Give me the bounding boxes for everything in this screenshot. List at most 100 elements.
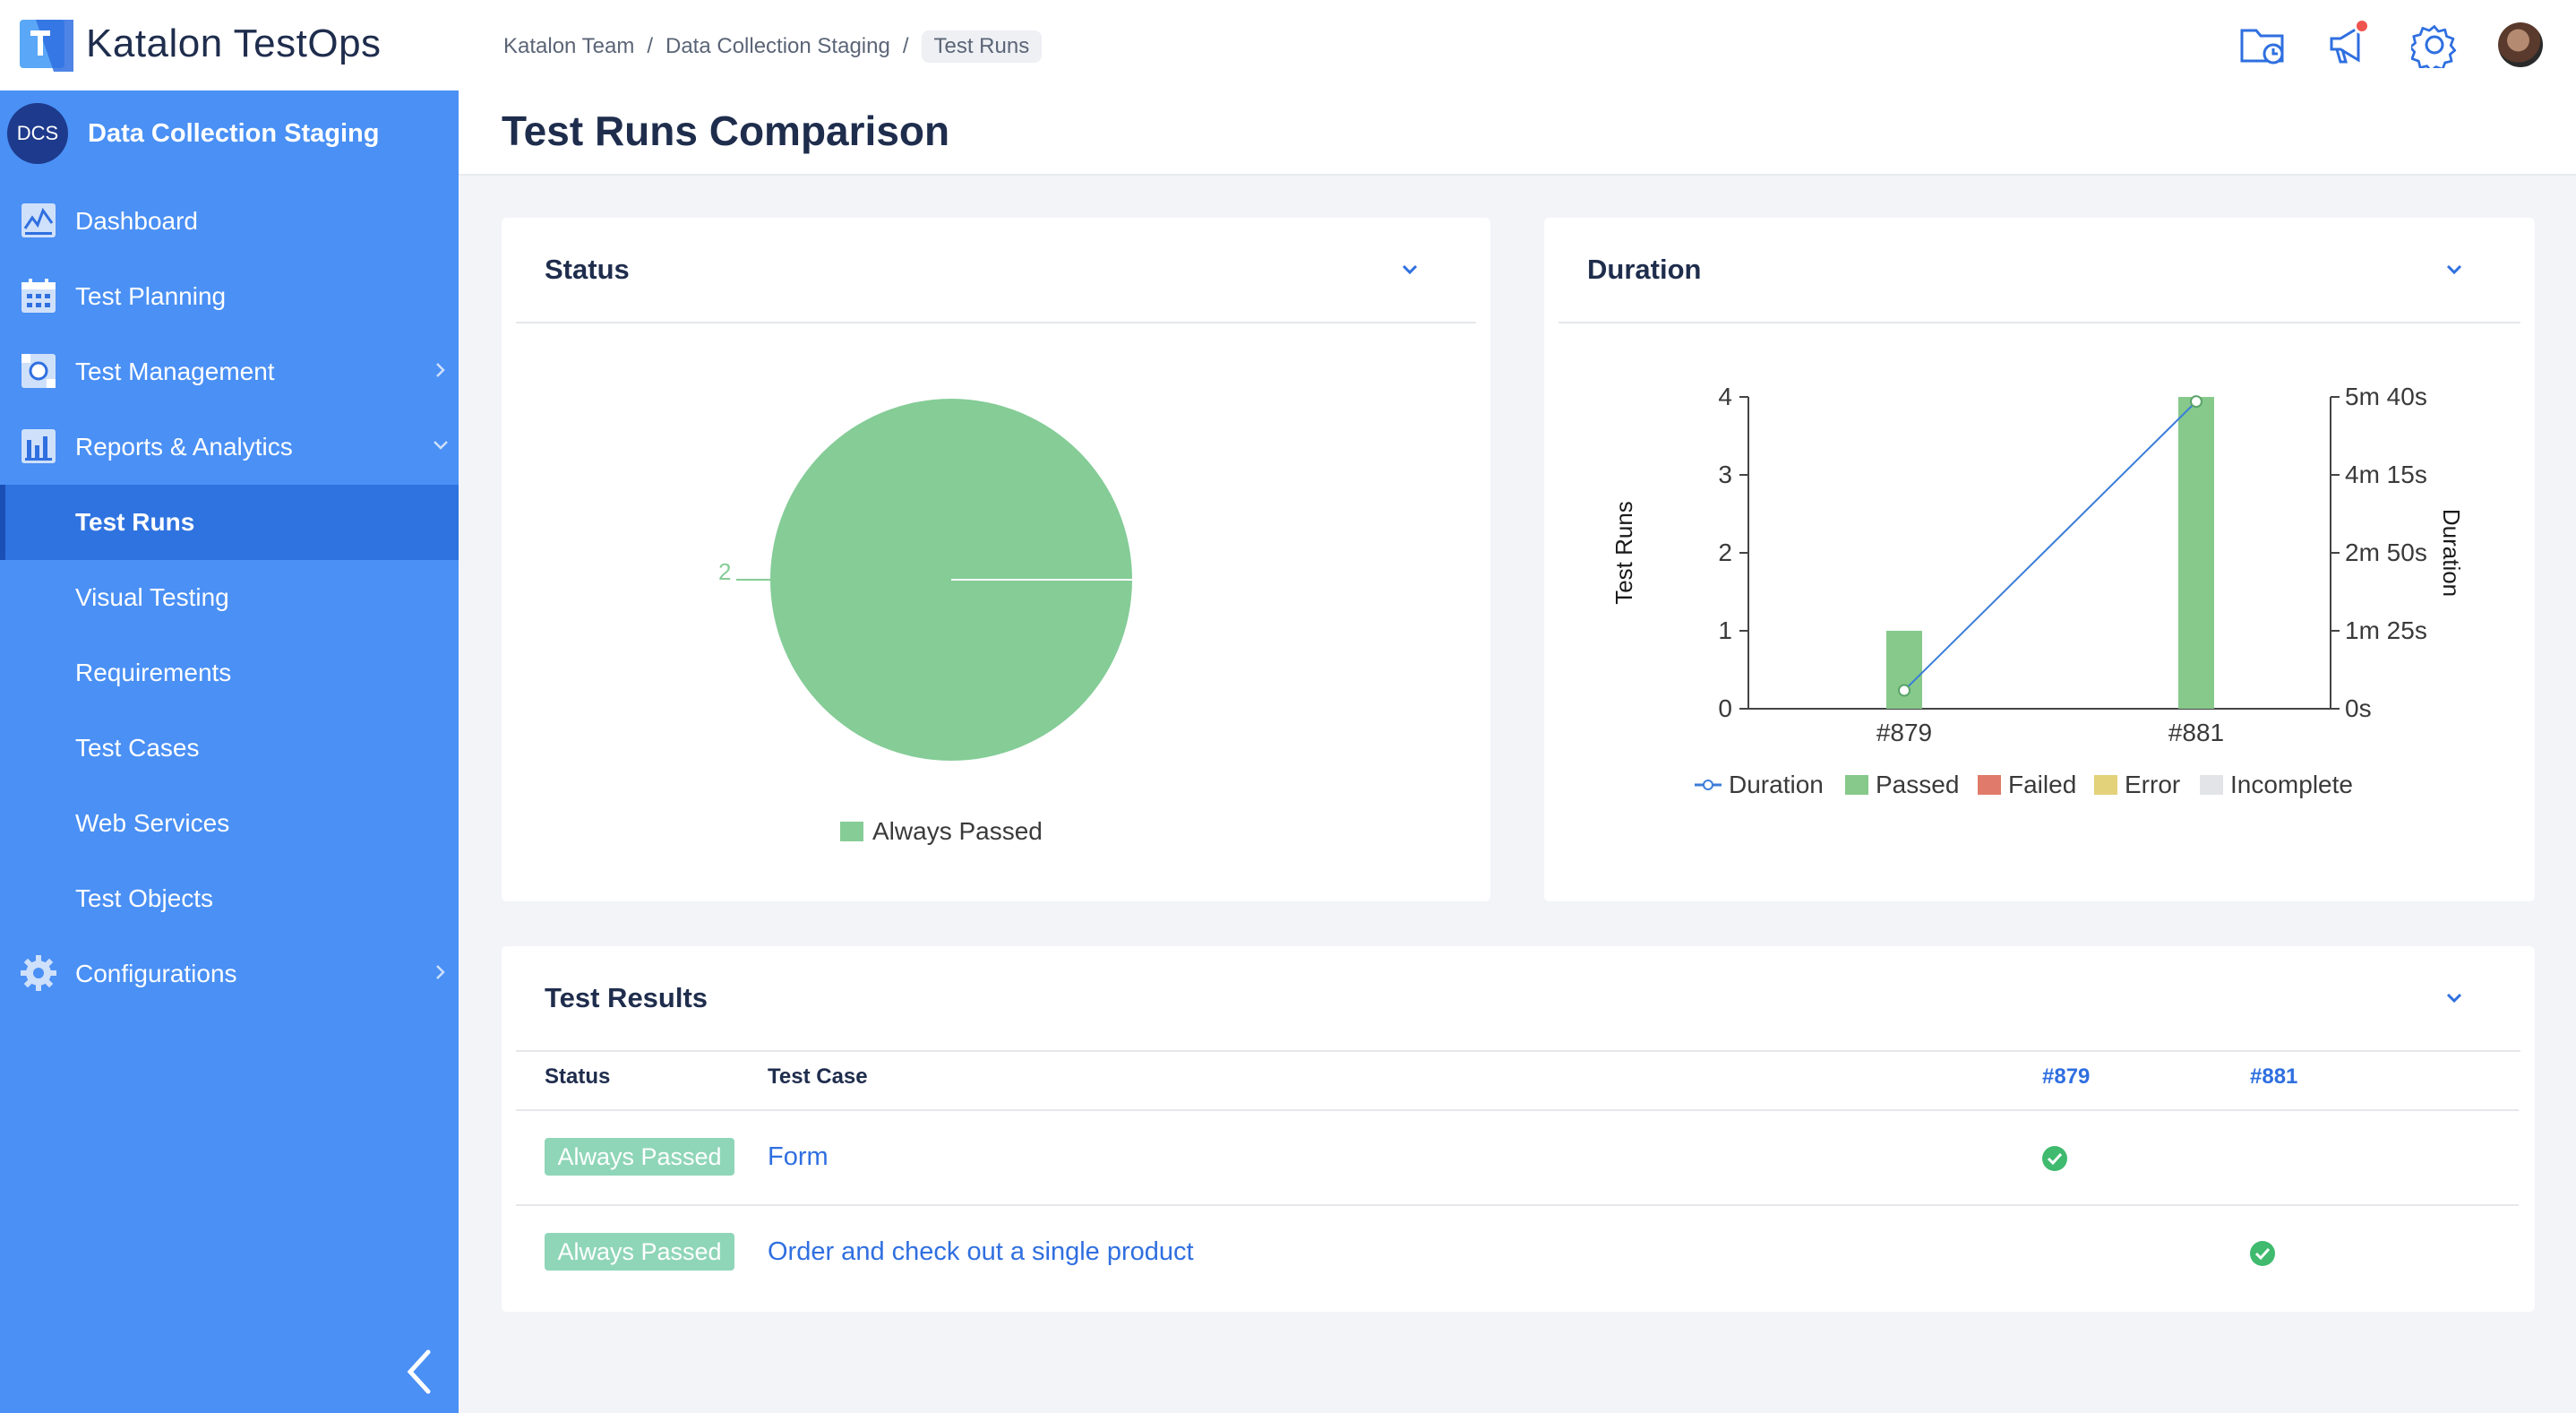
left-tick-label: 0 [1718,694,1732,722]
user-avatar[interactable] [2494,18,2547,72]
left-axis-label: Test Runs [1610,501,1637,605]
breadcrumb-item-team[interactable]: Katalon Team [503,34,634,59]
column-header-run-881[interactable]: #881 [2250,1064,2297,1090]
chevron-down-icon[interactable] [2442,986,2467,1011]
breadcrumb: Katalon Team / Data Collection Staging /… [503,30,1043,63]
sidebar-item-label: Configurations [75,960,237,987]
sidebar-item-label: Test Management [75,358,275,385]
project-switcher[interactable]: DCS Data Collection Staging [7,103,379,164]
reports-icon [21,429,56,463]
x-tick-label: #881 [2168,719,2224,746]
scheduled-folder-icon[interactable] [2236,18,2289,72]
announcement-icon[interactable] [2322,18,2375,72]
x-tick-label: #879 [1876,719,1932,746]
duration-point [1898,684,1911,697]
legend-label: Passed [1876,771,1959,798]
sidebar-item-visual-testing[interactable]: Visual Testing [0,560,459,635]
chevron-down-icon [434,441,448,450]
table-header-divider [516,1109,2519,1111]
sidebar-item-label: Test Objects [75,884,214,912]
column-header-test-case: Test Case [768,1064,868,1089]
column-header-status: Status [545,1064,611,1089]
status-card: Status 2 Always Passed [502,218,1490,901]
dashboard-icon [21,203,56,237]
left-axis-ticks: 0 1 2 3 4 [1718,383,1748,722]
legend-swatch [2200,775,2223,795]
left-tick-label: 2 [1718,538,1732,566]
sidebar-item-label: Test Cases [75,734,200,762]
duration-card: Duration 0 1 2 3 4 0s 1m 25s 2m 50s 4m 15s 5m 40… [1544,218,2535,901]
left-tick-label: 4 [1718,383,1732,410]
collapse-sidebar-icon[interactable] [399,1345,439,1399]
card-title: Test Results [545,982,708,1013]
sidebar-item-dashboard[interactable]: Dashboard [0,184,459,259]
duration-point [2190,395,2202,409]
status-pie-chart: 2 Always Passed [718,399,1132,845]
katalon-logo-icon [20,20,73,72]
duration-chart: 0 1 2 3 4 0s 1m 25s 2m 50s 4m 15s 5m 40s #879 #88… [1610,383,2465,798]
bar-passed [1886,631,1922,709]
right-tick-label: 0s [2345,694,2372,722]
app-logo[interactable]: Katalon TestOps [20,16,382,72]
breadcrumb-separator: / [647,34,653,58]
legend-swatch-always-passed [840,822,863,841]
legend-marker-duration [1703,780,1713,790]
sidebar-item-label: Test Runs [75,508,195,536]
settings-icon[interactable] [2408,18,2461,72]
sidebar-item-configurations[interactable]: Configurations [0,936,459,1012]
breadcrumb-separator: / [902,34,909,58]
x-axis-labels: #879 #881 [1876,719,2224,746]
project-name: Data Collection Staging [88,118,380,148]
sidebar-item-label: Requirements [75,659,232,686]
legend-label: Incomplete [2230,771,2353,798]
sidebar-item-test-planning[interactable]: Test Planning [0,259,459,334]
status-badge: Always Passed [545,1233,734,1271]
legend-label: Failed [2008,771,2076,798]
calendar-icon [21,279,56,313]
legend-swatch [2094,775,2117,795]
test-management-icon [21,354,56,388]
sidebar-item-label: Visual Testing [75,583,229,611]
sidebar-item-test-objects[interactable]: Test Objects [0,861,459,936]
page-title: Test Runs Comparison [502,108,950,154]
passed-bars [1886,397,2214,709]
row-divider [516,1204,2519,1206]
app-name: Katalon TestOps [86,22,382,65]
duration-line [1903,401,2197,692]
legend-label-always-passed[interactable]: Always Passed [872,817,1043,845]
chevron-right-icon [436,965,445,979]
breadcrumb-item-current: Test Runs [921,30,1043,63]
sidebar-item-web-services[interactable]: Web Services [0,786,459,861]
gear-icon [21,955,56,991]
column-header-run-879[interactable]: #879 [2042,1064,2090,1090]
bar-passed [2178,397,2214,709]
right-tick-label: 5m 40s [2345,383,2427,410]
sidebar-item-label: Test Planning [75,282,227,310]
left-tick-label: 1 [1718,616,1732,644]
sidebar-item-label: Dashboard [75,207,198,235]
test-case-link[interactable]: Order and check out a single product [768,1237,1194,1267]
project-badge: DCS [7,103,68,164]
right-axis-label: Duration [2438,509,2465,597]
sidebar-item-label: Reports & Analytics [75,433,293,461]
sidebar-item-requirements[interactable]: Requirements [0,635,459,711]
top-header: Katalon TestOps Katalon Team / Data Coll… [0,0,2576,90]
legend-swatch [1978,775,2001,795]
results-card-header[interactable]: Test Results [502,946,2535,1050]
passed-check-icon [2042,1146,2067,1171]
sidebar-item-test-management[interactable]: Test Management [0,334,459,409]
notification-dot [2354,18,2370,34]
sidebar-item-label: Web Services [75,809,230,837]
avatar [2498,22,2543,67]
sidebar-item-reports-analytics[interactable]: Reports & Analytics [0,409,459,485]
sidebar-item-test-runs[interactable]: Test Runs [0,485,459,560]
right-tick-label: 2m 50s [2345,538,2427,566]
right-tick-label: 4m 15s [2345,461,2427,488]
legend-label: Error [2125,771,2180,798]
sidebar-item-test-cases[interactable]: Test Cases [0,711,459,786]
right-tick-label: 1m 25s [2345,616,2427,644]
pie-value-label: 2 [718,558,731,585]
breadcrumb-item-project[interactable]: Data Collection Staging [665,34,890,59]
test-case-link[interactable]: Form [768,1142,829,1172]
right-axis-ticks: 0s 1m 25s 2m 50s 4m 15s 5m 40s [2331,383,2427,722]
